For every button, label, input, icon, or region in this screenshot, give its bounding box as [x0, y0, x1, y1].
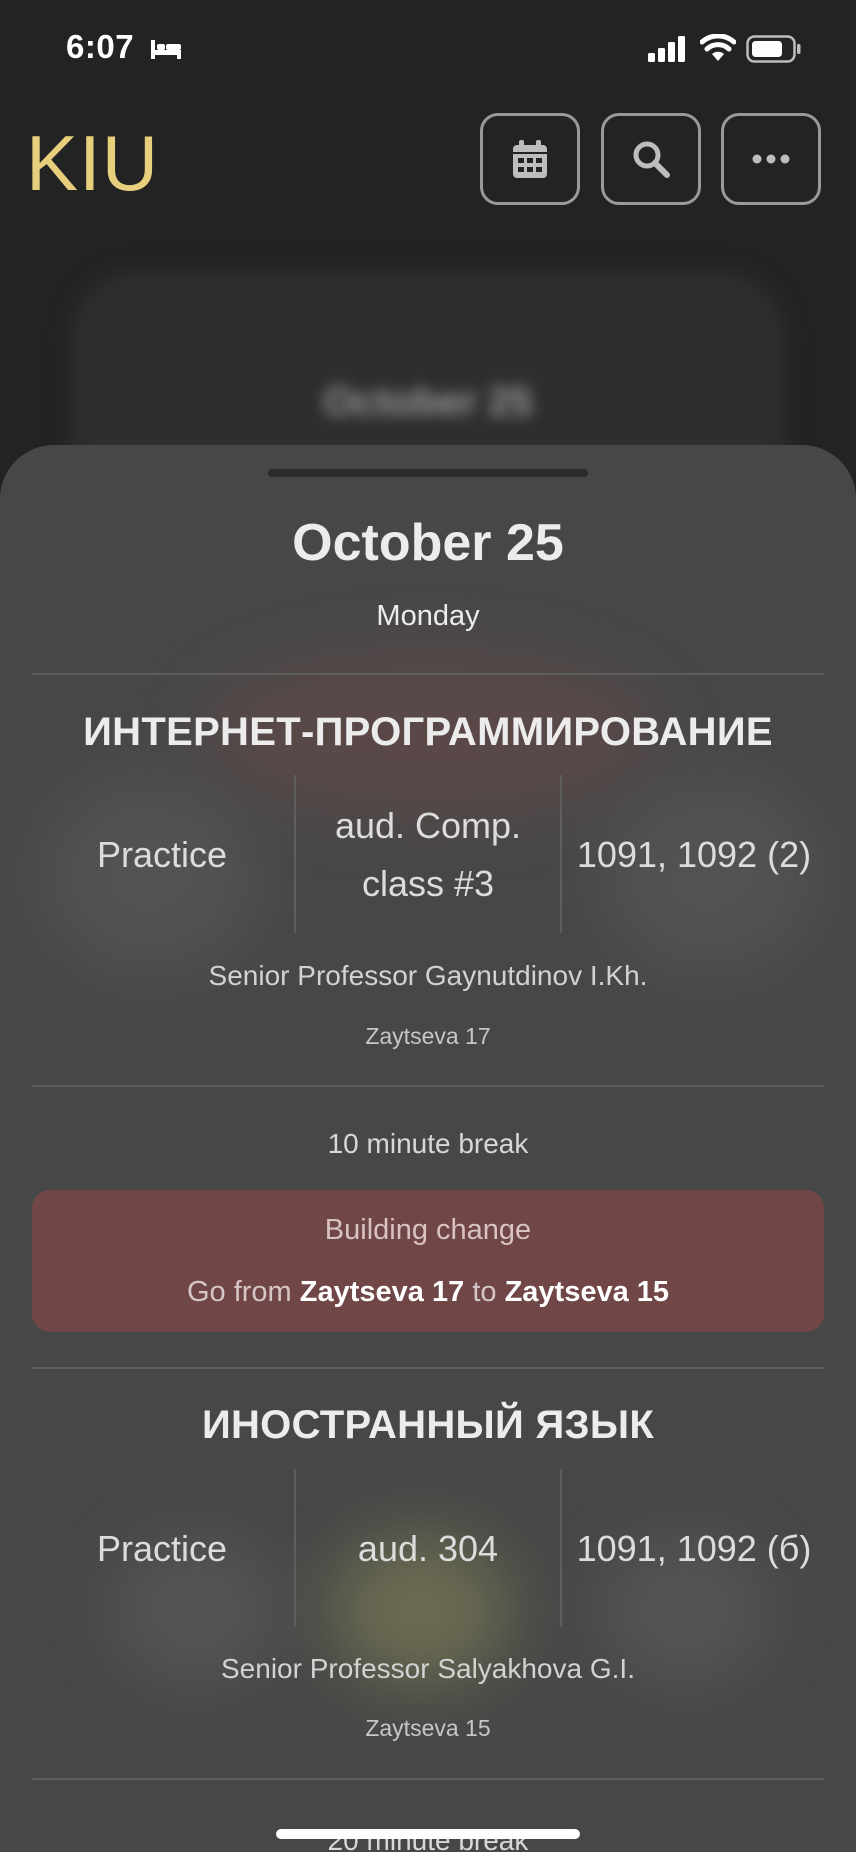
app-logo: KIU — [26, 119, 160, 207]
battery-icon — [746, 35, 801, 63]
sheet-drag-handle[interactable] — [268, 469, 588, 477]
lesson-title: ИНТЕРНЕТ-ПРОГРАММИРОВАНИЕ — [83, 710, 773, 754]
lesson-type: Practice — [96, 1528, 228, 1569]
calendar-icon — [513, 140, 547, 178]
notice-to-address: Zaytseva 15 — [504, 1276, 670, 1308]
cellular-signal-icon — [648, 36, 685, 62]
calendar-button[interactable] — [480, 113, 580, 205]
lesson-groups: 1091, 1092 (б) — [576, 1528, 812, 1569]
divider — [32, 1778, 824, 1780]
status-bar: 6:07 — [0, 0, 856, 100]
lesson-teacher: Senior Professor Salyakhova G.I. — [221, 1653, 635, 1684]
lesson-type: Practice — [96, 834, 228, 875]
status-time: 6:07 — [66, 28, 135, 65]
notice-middle: to — [472, 1276, 497, 1308]
search-button[interactable] — [601, 113, 701, 205]
background-schedule-card: October 25 — [0, 220, 856, 460]
lesson-room: aud. 304 — [357, 1528, 499, 1569]
background-date-title: October 25 — [323, 380, 533, 424]
break-label: 10 minute break — [327, 1128, 529, 1159]
background-card-shape — [70, 270, 786, 460]
lesson-address: Zaytseva 15 — [365, 1715, 491, 1741]
lesson-room: aud. Comp. class #3 — [334, 805, 522, 904]
home-indicator[interactable] — [276, 1829, 580, 1839]
notice-text: Go from Zaytseva 17 to Zaytseva 15 — [32, 1276, 824, 1309]
lesson-address: Zaytseva 17 — [365, 1023, 491, 1049]
sheet-date-title: October 25 — [292, 514, 564, 572]
notice-title: Building change — [324, 1214, 532, 1246]
lesson-title: ИНОСТРАННЫЙ ЯЗЫК — [201, 1403, 655, 1447]
divider — [32, 673, 824, 675]
lesson-teacher: Senior Professor Gaynutdinov I.Kh. — [208, 960, 648, 991]
search-icon — [633, 141, 670, 178]
sleep-bed-icon — [151, 40, 181, 59]
sheet-weekday: Monday — [376, 600, 480, 632]
more-button[interactable] — [721, 113, 821, 205]
notice-from-address: Zaytseva 17 — [299, 1276, 465, 1308]
wifi-icon — [700, 34, 736, 61]
building-change-notice: Building change Go from Zaytseva 17 to Z… — [32, 1190, 824, 1332]
lesson-groups: 1091, 1092 (2) — [576, 834, 812, 875]
notice-prefix: Go from — [186, 1276, 292, 1308]
day-detail-sheet[interactable]: October 25 Monday ИНТЕРНЕТ-ПРОГРАММИРОВА… — [0, 445, 856, 1852]
divider — [32, 1367, 824, 1369]
more-icon — [752, 154, 790, 164]
divider — [32, 1085, 824, 1087]
